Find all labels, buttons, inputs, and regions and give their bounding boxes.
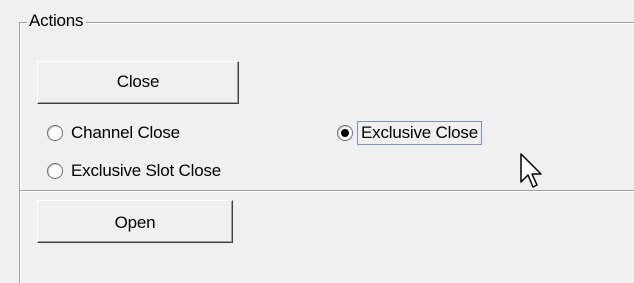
radio-label: Exclusive Slot Close: [71, 161, 222, 180]
radio-label-focused: Exclusive Close: [357, 121, 482, 145]
radio-indicator[interactable]: [47, 163, 63, 179]
groupbox-title: Actions: [27, 11, 87, 31]
open-button[interactable]: Open: [37, 200, 233, 243]
radio-channel-close[interactable]: Channel Close: [47, 123, 180, 143]
radio-indicator[interactable]: [47, 125, 63, 141]
radio-label: Channel Close: [71, 123, 180, 142]
radio-exclusive-slot-close[interactable]: Exclusive Slot Close: [47, 161, 221, 181]
groupbox-border-tick: [19, 22, 27, 23]
close-button[interactable]: Close: [37, 61, 239, 104]
arrow-cursor-icon: [520, 153, 542, 188]
radio-exclusive-close[interactable]: Exclusive Close: [337, 121, 482, 145]
radio-indicator-checked[interactable]: [337, 125, 353, 141]
